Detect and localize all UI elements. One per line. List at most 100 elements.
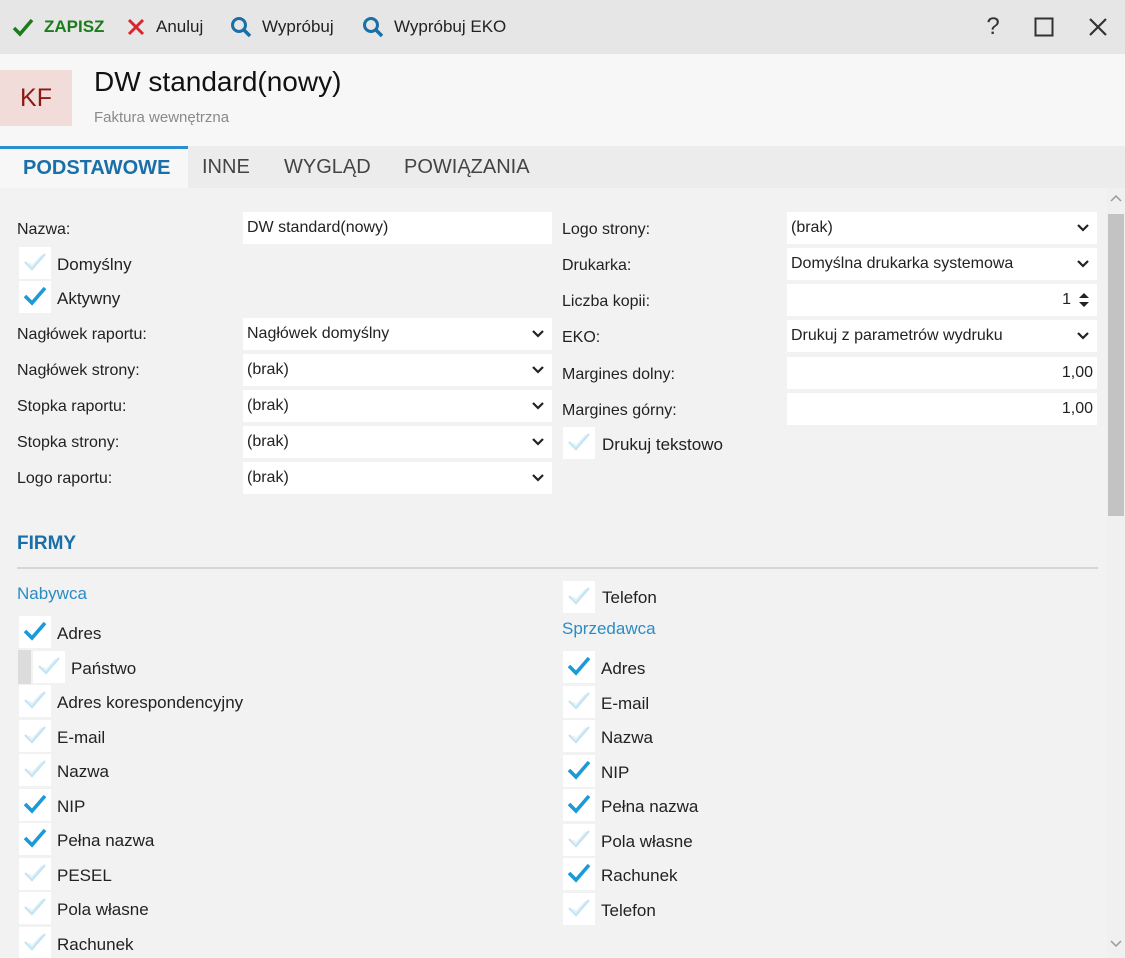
help-button[interactable]: ? [978, 12, 1008, 42]
list-item-checkbox[interactable] [19, 788, 51, 821]
firmy-section-title: FIRMY [17, 533, 77, 554]
form-content: Nazwa: DW standard(nowy) Domyślny Aktywn… [0, 188, 1107, 958]
tab-inne[interactable]: INNE [202, 146, 250, 188]
logo-raportu-value: (brak) [247, 469, 289, 486]
checkmark-icon [23, 286, 47, 306]
spinner-arrows-icon[interactable] [1078, 291, 1090, 309]
chevron-down-icon [1077, 224, 1089, 232]
chevron-down-icon [532, 438, 544, 446]
save-label: ZAPISZ [44, 17, 105, 36]
list-item-label: Adres [57, 624, 102, 643]
checkmark-faded-icon [24, 932, 46, 951]
checkmark-faded-icon [38, 656, 60, 675]
list-item-checkbox[interactable] [563, 720, 595, 752]
eko-label: EKO: [562, 329, 601, 346]
list-item-label: PESEL [57, 865, 112, 885]
list-item-label: NIP [601, 762, 630, 782]
list-item-checkbox[interactable] [19, 926, 51, 958]
app-window: ZAPISZ Anuluj Wypróbuj Wypróbuj EKO ? KF… [0, 0, 1125, 958]
liczba-kopii-value: 1 [1062, 291, 1071, 308]
chevron-down-icon [1077, 260, 1089, 268]
naglowek-raportu-select[interactable]: Nagłówek domyślny [243, 318, 552, 350]
list-item-checkbox[interactable] [563, 823, 595, 856]
list-item-checkbox[interactable] [563, 754, 595, 787]
page-title: DW standard(nowy) [94, 66, 342, 97]
list-item-checkbox[interactable] [19, 823, 51, 855]
chevron-down-icon [532, 366, 544, 374]
scroll-up-icon[interactable] [1110, 194, 1122, 202]
list-item-label: Adres korespondencyjny [57, 693, 244, 712]
list-item-label: E-mail [57, 727, 106, 747]
list-item-label: Państwo [71, 658, 137, 678]
scrollbar-thumb[interactable] [1108, 214, 1124, 516]
list-item-label: Nazwa [57, 762, 109, 781]
checkmark-faded-icon [568, 726, 590, 744]
sprzedawca-heading: Sprzedawca [562, 619, 656, 638]
list-item-checkbox[interactable] [563, 858, 595, 890]
domyslny-label: Domyślny [57, 255, 132, 274]
nazwa-label: Nazwa: [17, 221, 71, 238]
list-item-checkbox[interactable] [19, 892, 51, 924]
list-item-checkbox[interactable] [563, 651, 595, 683]
list-item-checkbox[interactable] [19, 754, 51, 786]
naglowek-strony-select[interactable]: (brak) [243, 354, 552, 386]
close-window-button[interactable] [1083, 12, 1113, 42]
document-header: KF DW standard(nowy) Faktura wewnętrzna [0, 54, 1125, 146]
drukarka-select[interactable]: Domyślna drukarka systemowa [787, 248, 1097, 280]
vertical-scrollbar[interactable] [1107, 188, 1125, 958]
chevron-down-icon [1077, 332, 1089, 340]
try-eko-button[interactable]: Wypróbuj EKO [362, 14, 506, 40]
checkmark-icon [23, 621, 47, 641]
stopka-strony-select[interactable]: (brak) [243, 426, 552, 458]
margines-dolny-label: Margines dolny: [562, 366, 675, 383]
logo-raportu-select[interactable]: (brak) [243, 462, 552, 494]
tab-wyglad[interactable]: WYGLĄD [284, 146, 371, 188]
list-item-checkbox[interactable] [19, 857, 51, 890]
list-item-checkbox[interactable] [19, 616, 51, 648]
stopka-strony-label: Stopka strony: [17, 434, 120, 451]
list-item-checkbox[interactable] [563, 892, 595, 925]
eko-select[interactable]: Drukuj z parametrów wydruku [787, 320, 1097, 352]
list-item-label: NIP [57, 796, 86, 816]
list-item-checkbox[interactable] [563, 789, 595, 821]
stopka-raportu-select[interactable]: (brak) [243, 390, 552, 422]
margines-gorny-input[interactable]: 1,00 [787, 393, 1097, 425]
tab-powiazania[interactable]: POWIĄZANIA [404, 146, 530, 188]
tab-bar: PODSTAWOWE INNE WYGLĄD POWIĄZANIA [0, 146, 1125, 188]
chevron-down-icon [532, 474, 544, 482]
list-item-label: Pola własne [57, 900, 149, 919]
tab-podstawowe[interactable]: PODSTAWOWE [0, 146, 188, 188]
page-subtitle: Faktura wewnętrzna [94, 109, 230, 126]
close-icon [127, 18, 145, 36]
maximize-button[interactable] [1029, 12, 1059, 42]
try-label: Wypróbuj [262, 17, 334, 36]
checkmark-icon [12, 18, 34, 37]
checkmark-icon [23, 828, 47, 848]
logo-strony-select[interactable]: (brak) [787, 212, 1097, 244]
checkmark-faded-icon [24, 725, 46, 744]
domyslny-checkbox[interactable] [19, 247, 51, 279]
search-icon [231, 17, 252, 38]
save-button[interactable]: ZAPISZ [12, 14, 104, 40]
list-item-label: Telefon [601, 900, 656, 920]
try-button[interactable]: Wypróbuj [230, 14, 334, 40]
scroll-down-icon[interactable] [1110, 940, 1122, 948]
list-item-checkbox[interactable] [19, 685, 51, 717]
list-item-checkbox[interactable] [33, 650, 65, 683]
aktywny-checkbox[interactable] [19, 281, 51, 313]
margines-dolny-input[interactable]: 1,00 [787, 357, 1097, 389]
chevron-down-icon [532, 402, 544, 410]
liczba-kopii-stepper[interactable]: 1 [787, 284, 1097, 316]
list-item-checkbox[interactable] [563, 685, 595, 718]
help-icon: ? [986, 13, 1000, 40]
cancel-button[interactable]: Anuluj [126, 14, 203, 40]
drukuj-tekstowo-checkbox[interactable] [563, 427, 595, 459]
nazwa-input[interactable]: DW standard(nowy) [243, 212, 552, 244]
telefon-checkbox[interactable] [563, 581, 595, 613]
list-item-label: Rachunek [601, 866, 678, 885]
checkmark-icon [23, 794, 47, 814]
list-item-checkbox[interactable] [19, 719, 51, 752]
checkmark-faded-icon [24, 253, 46, 271]
nabywca-heading: Nabywca [17, 584, 87, 603]
eko-value: Drukuj z parametrów wydruku [791, 327, 1003, 344]
